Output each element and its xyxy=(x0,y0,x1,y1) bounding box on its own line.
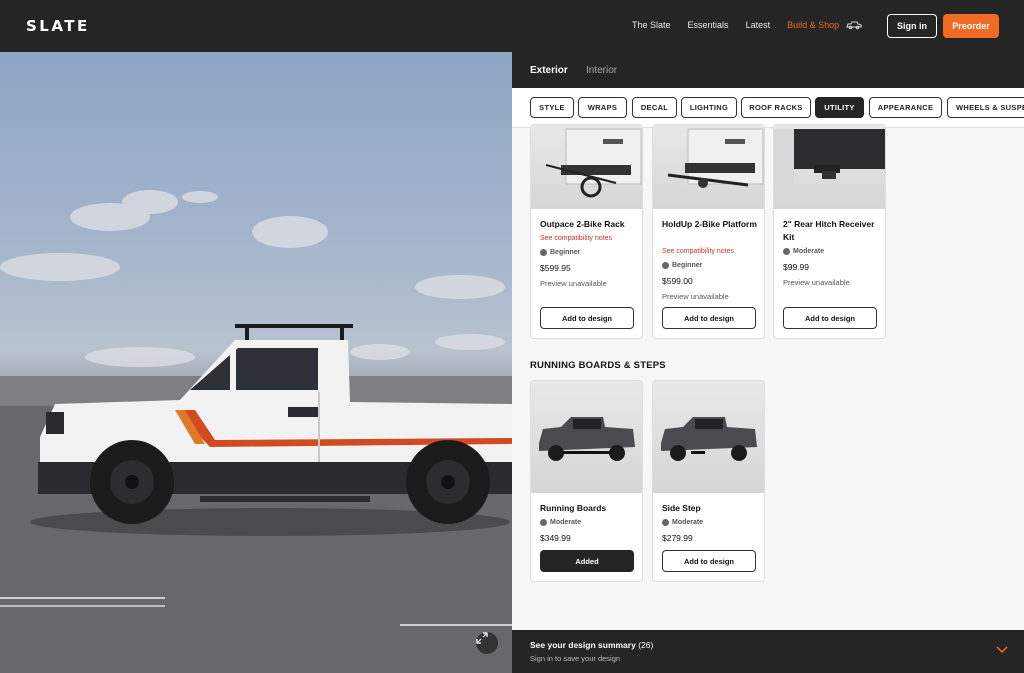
added-button[interactable]: Added xyxy=(540,550,634,572)
product-image-bike-rack xyxy=(531,125,642,209)
filter-decal[interactable]: DECAL xyxy=(632,97,677,118)
add-to-design-button[interactable]: Add to design xyxy=(540,307,634,329)
product-title: HoldUp 2-Bike Platform xyxy=(662,219,757,229)
summary-title: See your design summary (26) xyxy=(530,640,653,650)
product-title: Side Step xyxy=(662,503,701,513)
product-title: Running Boards xyxy=(540,503,607,513)
product-price: $279.99 xyxy=(662,533,693,543)
vehicle-preview xyxy=(0,52,512,673)
product-image-bike-platform xyxy=(653,125,764,209)
tab-interior[interactable]: Interior xyxy=(586,65,617,76)
add-to-design-button[interactable]: Add to design xyxy=(662,307,756,329)
filter-style[interactable]: STYLE xyxy=(530,97,574,118)
filter-appearance[interactable]: APPEARANCE xyxy=(869,97,942,118)
product-image-side-step xyxy=(653,381,764,493)
product-image-running-boards xyxy=(531,381,642,493)
sign-in-button[interactable]: Sign in xyxy=(887,14,937,38)
add-to-design-button[interactable]: Add to design xyxy=(662,550,756,572)
filter-roof-racks[interactable]: ROOF RACKS xyxy=(741,97,811,118)
preview-status: Preview unavailable xyxy=(540,279,607,288)
product-price: $99.99 xyxy=(783,262,809,272)
panel-tabs: Exterior Interior xyxy=(512,52,1024,88)
slate-logo[interactable]: SLATE xyxy=(26,17,90,35)
configurator-panel: Exterior Interior STYLE WRAPS DECAL LIGH… xyxy=(512,52,1024,630)
install-level-label: Beginner xyxy=(672,262,703,269)
product-card: HoldUp 2-Bike Platform See compatibility… xyxy=(652,124,765,339)
expand-icon xyxy=(476,632,488,644)
summary-count: (26) xyxy=(638,640,654,650)
install-level: Moderate xyxy=(540,519,581,526)
preview-status: Preview unavailable xyxy=(783,278,850,287)
product-card: Outpace 2-Bike Rack See compatibility no… xyxy=(530,124,643,339)
product-card: Side Step Moderate $279.99 Add to design xyxy=(652,380,765,582)
difficulty-icon xyxy=(540,519,547,526)
nav-link-the-slate[interactable]: The Slate xyxy=(632,20,671,30)
product-price: $599.00 xyxy=(662,276,693,286)
product-card: 2" Rear Hitch Receiver Kit Moderate $99.… xyxy=(773,124,886,339)
category-filters: STYLE WRAPS DECAL LIGHTING ROOF RACKS UT… xyxy=(512,88,1024,128)
summary-title-text: See your design summary xyxy=(530,640,636,650)
chevron-down-icon[interactable] xyxy=(996,645,1008,655)
install-level: Moderate xyxy=(662,519,703,526)
filter-lighting[interactable]: LIGHTING xyxy=(681,97,737,118)
add-to-design-button[interactable]: Add to design xyxy=(783,307,877,329)
nav-links: The Slate Essentials Latest Build & Shop xyxy=(632,20,839,30)
install-level-label: Moderate xyxy=(550,519,582,526)
preview-status: Preview unavailable xyxy=(662,292,729,301)
difficulty-icon xyxy=(540,249,547,256)
filter-wheels-suspension[interactable]: WHEELS & SUSPE xyxy=(947,97,1024,118)
filter-utility[interactable]: UTILITY xyxy=(815,97,864,118)
section-heading-running-boards: RUNNING BOARDS & STEPS xyxy=(530,360,666,371)
compatibility-link[interactable]: See compatibility notes xyxy=(540,235,612,242)
top-navigation: SLATE The Slate Essentials Latest Build … xyxy=(0,0,1024,52)
difficulty-icon xyxy=(783,248,790,255)
compatibility-link[interactable]: See compatibility notes xyxy=(662,248,734,255)
install-level: Moderate xyxy=(783,248,824,255)
summary-subtitle: Sign in to save your design xyxy=(530,654,621,663)
product-card: Running Boards Moderate $349.99 Added xyxy=(530,380,643,582)
car-icon[interactable] xyxy=(846,19,862,31)
product-price: $349.99 xyxy=(540,533,571,543)
design-summary-bar[interactable]: See your design summary (26) Sign in to … xyxy=(512,630,1024,673)
preorder-button[interactable]: Preorder xyxy=(943,14,999,38)
install-level: Beginner xyxy=(540,249,580,256)
product-image-hitch xyxy=(774,125,885,209)
install-level-label: Moderate xyxy=(793,248,825,255)
product-price: $599.95 xyxy=(540,263,571,273)
nav-link-essentials[interactable]: Essentials xyxy=(688,20,729,30)
install-level-label: Moderate xyxy=(672,519,704,526)
tab-exterior[interactable]: Exterior xyxy=(530,65,568,76)
product-title: 2" Rear Hitch Receiver Kit xyxy=(783,219,875,242)
difficulty-icon xyxy=(662,262,669,269)
expand-view-button[interactable] xyxy=(476,632,498,654)
nav-link-build-shop[interactable]: Build & Shop xyxy=(787,20,839,30)
install-level-label: Beginner xyxy=(550,249,581,256)
truck-illustration xyxy=(0,190,512,673)
filter-wraps[interactable]: WRAPS xyxy=(578,97,627,118)
install-level: Beginner xyxy=(662,262,702,269)
product-title: Outpace 2-Bike Rack xyxy=(540,219,625,229)
difficulty-icon xyxy=(662,519,669,526)
nav-link-latest[interactable]: Latest xyxy=(746,20,771,30)
